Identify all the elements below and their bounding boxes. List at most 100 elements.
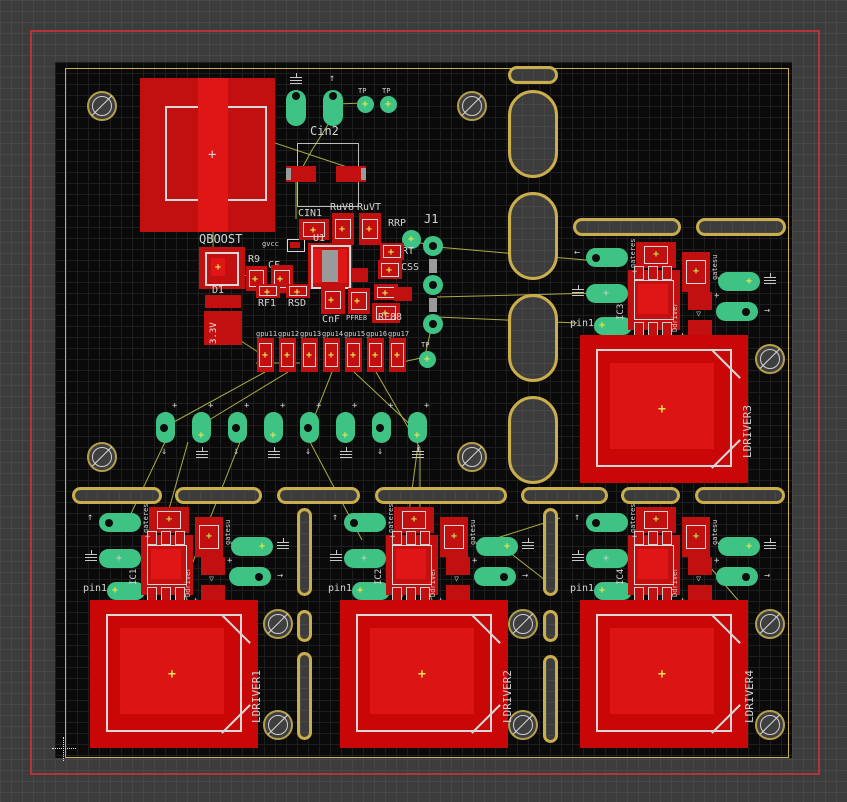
gate-part[interactable] — [394, 507, 434, 533]
through-pad[interactable] — [372, 412, 391, 443]
diode-pad[interactable] — [201, 557, 225, 575]
cnf-part[interactable] — [321, 286, 345, 314]
css-part[interactable] — [378, 260, 402, 279]
diode-pad[interactable] — [688, 320, 712, 336]
slot-cutout[interactable] — [175, 487, 262, 504]
gate-part[interactable] — [636, 242, 676, 268]
gvcc-part[interactable] — [287, 239, 305, 252]
mounting-hole[interactable] — [457, 91, 487, 121]
through-pad[interactable] — [264, 412, 283, 443]
pfre8-part[interactable] — [348, 288, 370, 314]
j1-pad[interactable] — [423, 314, 443, 334]
gate-resistor[interactable] — [367, 338, 384, 372]
cin2-pad[interactable] — [336, 166, 366, 182]
through-pad[interactable] — [192, 412, 211, 443]
slot-cutout[interactable] — [508, 66, 558, 84]
rf1-part[interactable] — [256, 284, 280, 298]
diode-pad[interactable] — [688, 557, 712, 575]
gate-resistor[interactable] — [279, 338, 296, 372]
mounting-hole[interactable] — [457, 442, 487, 472]
gate-part[interactable] — [636, 507, 676, 533]
slot-cutout[interactable] — [297, 508, 312, 596]
tp-label: TP — [358, 88, 366, 95]
cin2-pad[interactable] — [286, 166, 316, 182]
ruvt-part[interactable] — [359, 213, 381, 245]
small-part[interactable] — [394, 287, 412, 301]
gate-part[interactable] — [440, 517, 468, 557]
through-pad[interactable] — [408, 412, 427, 443]
driver-module-ic1[interactable]: pin1 gateres gatesu IC1 Ddriver — [85, 505, 285, 755]
testpoint-pad[interactable] — [357, 96, 374, 113]
through-pad[interactable] — [156, 412, 175, 443]
driver-module-ic4[interactable]: pin1 gateres gatesu IC4 Ddriver — [572, 505, 772, 755]
slot-cutout[interactable] — [573, 218, 681, 236]
slot-cutout[interactable] — [277, 487, 360, 504]
through-pad[interactable] — [286, 90, 306, 126]
ldriver-pad[interactable] — [580, 335, 748, 483]
slot-cutout[interactable] — [508, 396, 558, 484]
slot-cutout[interactable] — [375, 487, 507, 504]
diode-pad[interactable] — [446, 585, 470, 601]
slot-cutout[interactable] — [543, 610, 558, 642]
rsd-part[interactable] — [286, 284, 310, 298]
through-pad[interactable] — [323, 90, 343, 126]
through-pad[interactable] — [716, 567, 758, 586]
ldriver-pad[interactable] — [580, 600, 748, 748]
through-pad[interactable] — [474, 567, 516, 586]
rt-part[interactable] — [380, 243, 404, 260]
gate-resistor[interactable] — [345, 338, 362, 372]
through-pad[interactable] — [229, 567, 271, 586]
boost-inductor-pad[interactable] — [140, 78, 275, 232]
gate-side-label: gatesu — [225, 519, 232, 545]
slot-cutout[interactable] — [508, 294, 558, 382]
through-pad[interactable] — [228, 412, 247, 443]
gate-part[interactable] — [149, 507, 189, 533]
through-pad[interactable] — [716, 302, 758, 321]
through-pad[interactable] — [300, 412, 319, 443]
through-pad[interactable] — [336, 412, 355, 443]
j1-pad[interactable] — [423, 275, 443, 295]
mounting-hole[interactable] — [87, 442, 117, 472]
ruv8-part[interactable] — [332, 213, 354, 245]
gate-part[interactable] — [195, 517, 223, 557]
through-pad[interactable] — [476, 537, 518, 556]
diode-pad[interactable] — [688, 585, 712, 601]
through-pad[interactable] — [586, 248, 628, 267]
gate-resistor[interactable] — [257, 338, 274, 372]
d1-pad[interactable] — [205, 295, 241, 308]
small-part[interactable] — [352, 268, 368, 282]
through-pad[interactable] — [231, 537, 273, 556]
ldriver-pad[interactable] — [90, 600, 258, 748]
slot-cutout[interactable] — [297, 610, 312, 642]
testpoint-pad[interactable] — [380, 96, 397, 113]
mounting-hole[interactable] — [87, 91, 117, 121]
gate-resistor[interactable] — [323, 338, 340, 372]
slot-cutout[interactable] — [72, 487, 162, 504]
diode-pad[interactable] — [688, 292, 712, 310]
driver-module-ic3[interactable]: pin1 gateres gatesu IC3 Ddriver — [572, 240, 772, 490]
slot-cutout[interactable] — [696, 218, 786, 236]
through-pad[interactable] — [99, 513, 141, 532]
diode-pad[interactable] — [446, 557, 470, 575]
gate-resistor[interactable] — [389, 338, 406, 372]
through-pad[interactable] — [718, 272, 760, 291]
u1-ic[interactable] — [308, 243, 352, 289]
slot-cutout[interactable] — [508, 90, 558, 178]
j1-pad[interactable] — [423, 236, 443, 256]
through-pad[interactable] — [344, 513, 386, 532]
gate-resistor[interactable] — [301, 338, 318, 372]
qboost-part[interactable] — [199, 247, 245, 289]
through-pad[interactable] — [586, 513, 628, 532]
testpoint-pad[interactable] — [419, 351, 436, 368]
gate-part[interactable] — [682, 517, 710, 557]
diode-pad[interactable] — [201, 585, 225, 601]
slot-cutout[interactable] — [543, 508, 558, 596]
slot-cutout[interactable] — [508, 192, 558, 280]
driver-module-ic2[interactable]: pin1 gateres gatesu IC2 Ddriver — [330, 505, 530, 755]
slot-cutout[interactable] — [297, 652, 312, 740]
pcb-editor-canvas[interactable]: TP TP Cin2 gvcc CIN1 RuV8 RuVT U1 RRP J1… — [0, 0, 847, 802]
slot-cutout[interactable] — [543, 655, 558, 743]
through-pad[interactable] — [718, 537, 760, 556]
gate-part[interactable] — [682, 252, 710, 292]
ldriver-pad[interactable] — [340, 600, 508, 748]
